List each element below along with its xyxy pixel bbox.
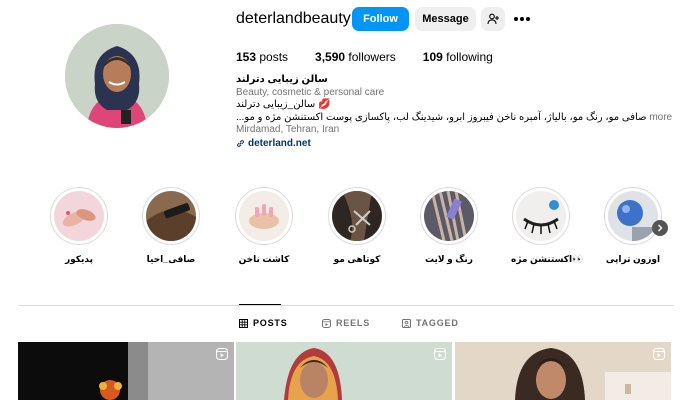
post-thumbnail[interactable] <box>18 342 234 400</box>
highlight-label: اکستنشن مژه👀 <box>511 254 584 264</box>
post-image <box>455 342 671 400</box>
display-name: سالن زیبایی دترلند <box>236 74 328 85</box>
following-count: 109 <box>422 50 443 64</box>
highlight-ring <box>604 187 662 245</box>
followers-stat[interactable]: 3,590 followers <box>315 49 396 65</box>
highlight-label: پدیکور <box>64 254 93 264</box>
following-stat[interactable]: 109 following <box>423 49 493 65</box>
post-image <box>18 342 234 400</box>
link-icon <box>236 140 245 148</box>
highlight-ring <box>512 187 570 245</box>
profile-username: deterlandbeauty <box>236 10 351 27</box>
tab-tagged[interactable]: TAGGED <box>402 318 459 328</box>
bio-line-2-text: ...صافی مو، رنگ مو، بالیاژ، آمبره ناخن ف… <box>236 111 647 123</box>
tab-label: REELS <box>336 318 371 328</box>
post-thumbnail[interactable] <box>455 342 671 400</box>
profile-category: Beauty, cosmetic & personal care <box>236 86 385 98</box>
profile-location: Mirdamad, Tehran, Iran <box>236 124 340 135</box>
highlight-straightening[interactable]: صافی_احیا <box>141 187 201 265</box>
highlight-color[interactable]: رنگ و لایت <box>419 187 479 265</box>
bio-more-link[interactable]: more <box>649 112 672 123</box>
profile-stats: 153 posts 3,590 followers 109 following <box>236 49 520 65</box>
post-image <box>236 342 452 400</box>
highlight-label: رنگ و لایت <box>425 254 473 264</box>
highlight-cover <box>608 191 658 241</box>
highlight-label: کاشت ناخن <box>238 254 290 264</box>
highlight-lash-extension[interactable]: اکستنشن مژه👀 <box>511 187 584 265</box>
highlight-cover <box>332 191 382 241</box>
website-url: deterland.net <box>248 137 311 149</box>
tab-reels[interactable]: REELS <box>322 318 370 328</box>
posts-count: 153 <box>236 50 257 64</box>
profile-bio: سالن زیبایی دترلند Beauty, cosmetic & pe… <box>236 74 672 151</box>
highlight-cover <box>239 191 289 241</box>
highlight-ring <box>142 187 200 245</box>
highlight-cover <box>54 191 104 241</box>
reels-icon <box>322 318 331 328</box>
more-options-icon[interactable] <box>512 9 532 29</box>
bio-line-2: ...صافی مو، رنگ مو، بالیاژ، آمبره ناخن ف… <box>236 111 672 125</box>
followers-label: followers <box>345 50 396 64</box>
highlight-label: کوتاهی مو <box>333 254 381 264</box>
website-link[interactable]: deterland.net <box>236 138 656 151</box>
highlight-label: اوزون تراپی <box>605 254 661 264</box>
highlight-pedicure[interactable]: پدیکور <box>49 187 109 265</box>
tab-posts[interactable]: POSTS <box>239 318 288 328</box>
reel-indicator-icon <box>434 348 446 360</box>
chevron-right-icon <box>658 224 663 232</box>
tagged-icon <box>402 318 411 328</box>
highlight-ring <box>235 187 293 245</box>
bio-line-1: سالن_زیبایی دترلند 💋 <box>236 99 331 110</box>
tab-label: TAGGED <box>416 318 459 328</box>
highlight-cover <box>516 191 566 241</box>
highlight-nails[interactable]: کاشت ناخن <box>234 187 294 265</box>
reel-indicator-icon <box>653 348 665 360</box>
followers-count: 3,590 <box>315 50 346 64</box>
profile-avatar[interactable] <box>65 24 169 128</box>
posts-stat[interactable]: 153 posts <box>236 49 288 65</box>
tabs-divider <box>18 305 674 306</box>
tab-label: POSTS <box>253 318 288 328</box>
highlight-cover <box>424 191 474 241</box>
highlight-cover <box>146 191 196 241</box>
add-user-icon <box>487 13 499 25</box>
suggest-accounts-button[interactable] <box>481 7 505 31</box>
grid-icon <box>239 318 248 328</box>
post-thumbnail[interactable] <box>236 342 452 400</box>
following-label: following <box>442 50 493 64</box>
highlights-next-button[interactable] <box>652 220 668 236</box>
posts-label: posts <box>256 50 289 64</box>
highlight-label: صافی_احیا <box>146 254 196 264</box>
follow-button[interactable]: Follow <box>352 7 409 31</box>
highlight-haircut[interactable]: کوتاهی مو <box>327 187 387 265</box>
message-button[interactable]: Message <box>415 7 476 31</box>
active-tab-indicator <box>239 304 281 305</box>
reel-indicator-icon <box>216 348 228 360</box>
highlight-ring <box>50 187 108 245</box>
avatar-photo <box>65 24 169 128</box>
highlight-ring <box>420 187 478 245</box>
highlight-ring <box>328 187 386 245</box>
